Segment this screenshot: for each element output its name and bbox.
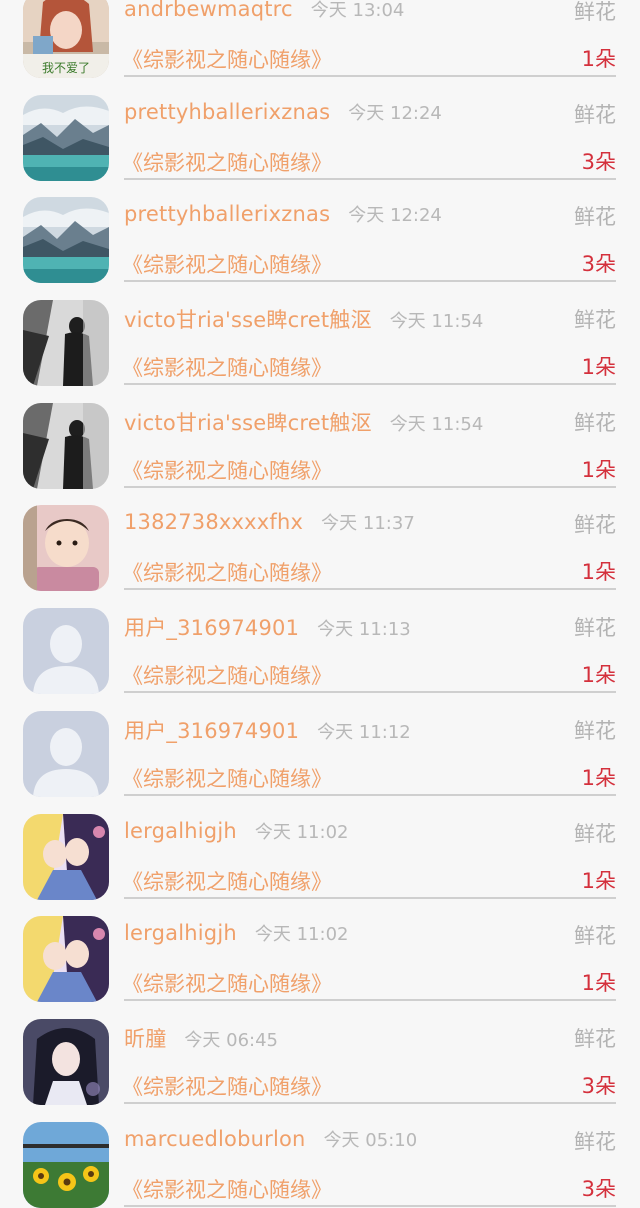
book-title-link[interactable]: 《综影视之随心随缘》	[122, 660, 332, 690]
book-title-link[interactable]: 《综影视之随心随缘》	[122, 866, 332, 896]
user-name[interactable]: lergalhigjh	[124, 921, 237, 945]
timestamp: 今天 11:54	[389, 413, 484, 435]
timestamp: 今天 11:12	[317, 721, 411, 743]
book-title-link[interactable]: 《综影视之随心随缘》	[122, 1071, 332, 1101]
timestamp: 今天 11:37	[321, 513, 415, 535]
timestamp: 今天 11:02	[254, 924, 349, 946]
list-item[interactable]: victo甘ria'sse睥cret触沤 今天 11:54 鲜花《综影视之随心随缘》…	[0, 278, 640, 387]
gift-count: 1朵	[581, 663, 616, 688]
avatar[interactable]	[23, 94, 109, 181]
user-name[interactable]: 1382738xxxxfhx	[124, 510, 303, 534]
avatar[interactable]	[23, 197, 109, 284]
user-name[interactable]: victo甘ria'sse睥cret触沤	[124, 304, 372, 334]
list-item[interactable]: 用户_316974901 今天 11:12 鲜花《综影视之随心随缘》 1朵	[0, 689, 640, 797]
avatar[interactable]	[23, 813, 109, 900]
gift-count: 1朵	[581, 971, 616, 996]
user-name[interactable]: 昕朣	[124, 1023, 166, 1053]
divider	[124, 1204, 616, 1207]
gift-type-label: 鲜花	[574, 513, 616, 538]
list-item[interactable]: 用户_316974901 今天 11:13 鲜花《综影视之随心随缘》 1朵	[0, 586, 640, 695]
user-name[interactable]: 用户_316974901	[124, 715, 299, 745]
book-title-link[interactable]: 《综影视之随心随缘》	[122, 249, 332, 279]
book-title-link[interactable]: 《综影视之随心随缘》	[122, 557, 332, 587]
book-title-link[interactable]: 《综影视之随心随缘》	[122, 1174, 332, 1204]
gift-type-label: 鲜花	[574, 410, 616, 435]
book-title-link[interactable]: 《综影视之随心随缘》	[122, 44, 332, 74]
name-line: victo甘ria'sse睥cret触沤 今天 11:54	[124, 304, 483, 334]
timestamp: 今天 11:02	[254, 821, 349, 843]
user-name[interactable]: lergalhigjh	[124, 819, 237, 843]
gift-count: 1朵	[581, 560, 616, 585]
avatar[interactable]	[23, 608, 109, 695]
book-title-link[interactable]: 《综影视之随心随缘》	[122, 763, 332, 793]
gift-type-label: 鲜花	[574, 205, 616, 230]
user-name[interactable]: victo甘ria'sse睥cret触沤	[124, 407, 372, 437]
name-line: 昕朣 今天 06:45	[124, 1023, 278, 1053]
book-title-link[interactable]: 《综影视之随心随缘》	[122, 455, 332, 485]
name-line: 1382738xxxxfhx 今天 11:37	[124, 509, 415, 539]
gift-count: 1朵	[581, 457, 616, 482]
gift-type-label: 鲜花	[574, 1026, 616, 1051]
avatar[interactable]	[23, 710, 109, 797]
name-line: 用户_316974901 今天 11:13	[124, 612, 411, 642]
avatar[interactable]	[23, 300, 109, 387]
list-item[interactable]: 昕朣 今天 06:45 鲜花《综影视之随心随缘》 3朵	[0, 997, 640, 1105]
name-line: prettyhballerixznas 今天 12:24	[124, 99, 442, 129]
name-line: lergalhigjh 今天 11:02	[124, 818, 348, 848]
gift-count: 1朵	[581, 868, 616, 893]
user-name[interactable]: prettyhballerixznas	[124, 100, 330, 124]
timestamp: 今天 11:13	[317, 619, 411, 641]
gift-count: 1朵	[581, 355, 616, 380]
gift-type-label: 鲜花	[574, 0, 616, 24]
list-item[interactable]: lergalhigjh 今天 11:02 鲜花《综影视之随心随缘》 1朵	[0, 792, 640, 900]
name-line: 用户_316974901 今天 11:12	[124, 715, 411, 745]
gift-type-label: 鲜花	[574, 821, 616, 846]
gift-count: 1朵	[581, 765, 616, 790]
avatar[interactable]	[23, 1121, 109, 1208]
timestamp: 今天 12:24	[348, 102, 442, 124]
user-name[interactable]: prettyhballerixznas	[124, 202, 330, 226]
gift-count: 3朵	[581, 149, 616, 174]
timestamp: 今天 13:04	[310, 0, 405, 21]
timestamp: 今天 05:10	[323, 1129, 418, 1151]
timestamp: 今天 11:54	[389, 311, 484, 333]
book-title-link[interactable]: 《综影视之随心随缘》	[122, 147, 332, 177]
gift-type-label: 鲜花	[574, 616, 616, 641]
book-title-link[interactable]: 《综影视之随心随缘》	[122, 352, 332, 382]
gift-count: 3朵	[581, 1176, 616, 1201]
name-line: victo甘ria'sse睥cret触沤 今天 11:54	[124, 407, 483, 437]
timestamp: 今天 12:24	[348, 205, 442, 227]
list-item[interactable]: lergalhigjh 今天 11:02 鲜花《综影视之随心随缘》 1朵	[0, 894, 640, 1003]
avatar[interactable]	[23, 916, 109, 1003]
user-name[interactable]: andrbewmaqtrc	[124, 0, 293, 21]
avatar[interactable]: 我不爱了	[23, 0, 109, 78]
name-line: andrbewmaqtrc 今天 13:04	[124, 0, 404, 26]
gift-count: 1朵	[581, 47, 616, 71]
gift-type-label: 鲜花	[574, 718, 616, 743]
gift-record-list: 我不爱了 andrbewmaqtrc 今天 13:04 鲜花 《综影视之随心随缘》 1朵…	[0, 0, 640, 1208]
avatar[interactable]	[23, 1018, 109, 1105]
gift-count: 3朵	[581, 1073, 616, 1098]
gift-type-label: 鲜花	[574, 102, 616, 127]
list-item[interactable]: prettyhballerixznas 今天 12:24 鲜花《综影视之随心随缘》 3…	[0, 175, 640, 284]
gift-type-label: 鲜花	[574, 308, 616, 333]
list-item[interactable]: 我不爱了 andrbewmaqtrc 今天 13:04 鲜花《综影视之随心随缘》 1朵	[0, 0, 640, 78]
name-line: marcuedloburlon 今天 05:10	[124, 1126, 417, 1156]
user-name[interactable]: 用户_316974901	[124, 612, 299, 642]
user-name[interactable]: marcuedloburlon	[124, 1127, 306, 1151]
gift-type-label: 鲜花	[574, 924, 616, 949]
book-title-link[interactable]: 《综影视之随心随缘》	[122, 968, 332, 998]
name-line: prettyhballerixznas 今天 12:24	[124, 201, 442, 231]
gift-type-label: 鲜花	[574, 1129, 616, 1154]
avatar[interactable]	[23, 402, 109, 489]
name-line: lergalhigjh 今天 11:02	[124, 920, 348, 950]
list-item[interactable]: prettyhballerixznas 今天 12:24 鲜花《综影视之随心随缘》 3…	[0, 73, 640, 181]
list-item[interactable]: 1382738xxxxfhx 今天 11:37 鲜花《综影视之随心随缘》 1朵	[0, 483, 640, 592]
list-item[interactable]: marcuedloburlon 今天 05:10 鲜花《综影视之随心随缘》 3朵	[0, 1100, 640, 1208]
timestamp: 今天 06:45	[184, 1029, 279, 1051]
gift-count: 3朵	[581, 252, 616, 277]
list-item[interactable]: victo甘ria'sse睥cret触沤 今天 11:54 鲜花《综影视之随心随缘》…	[0, 381, 640, 489]
avatar[interactable]	[23, 505, 109, 592]
